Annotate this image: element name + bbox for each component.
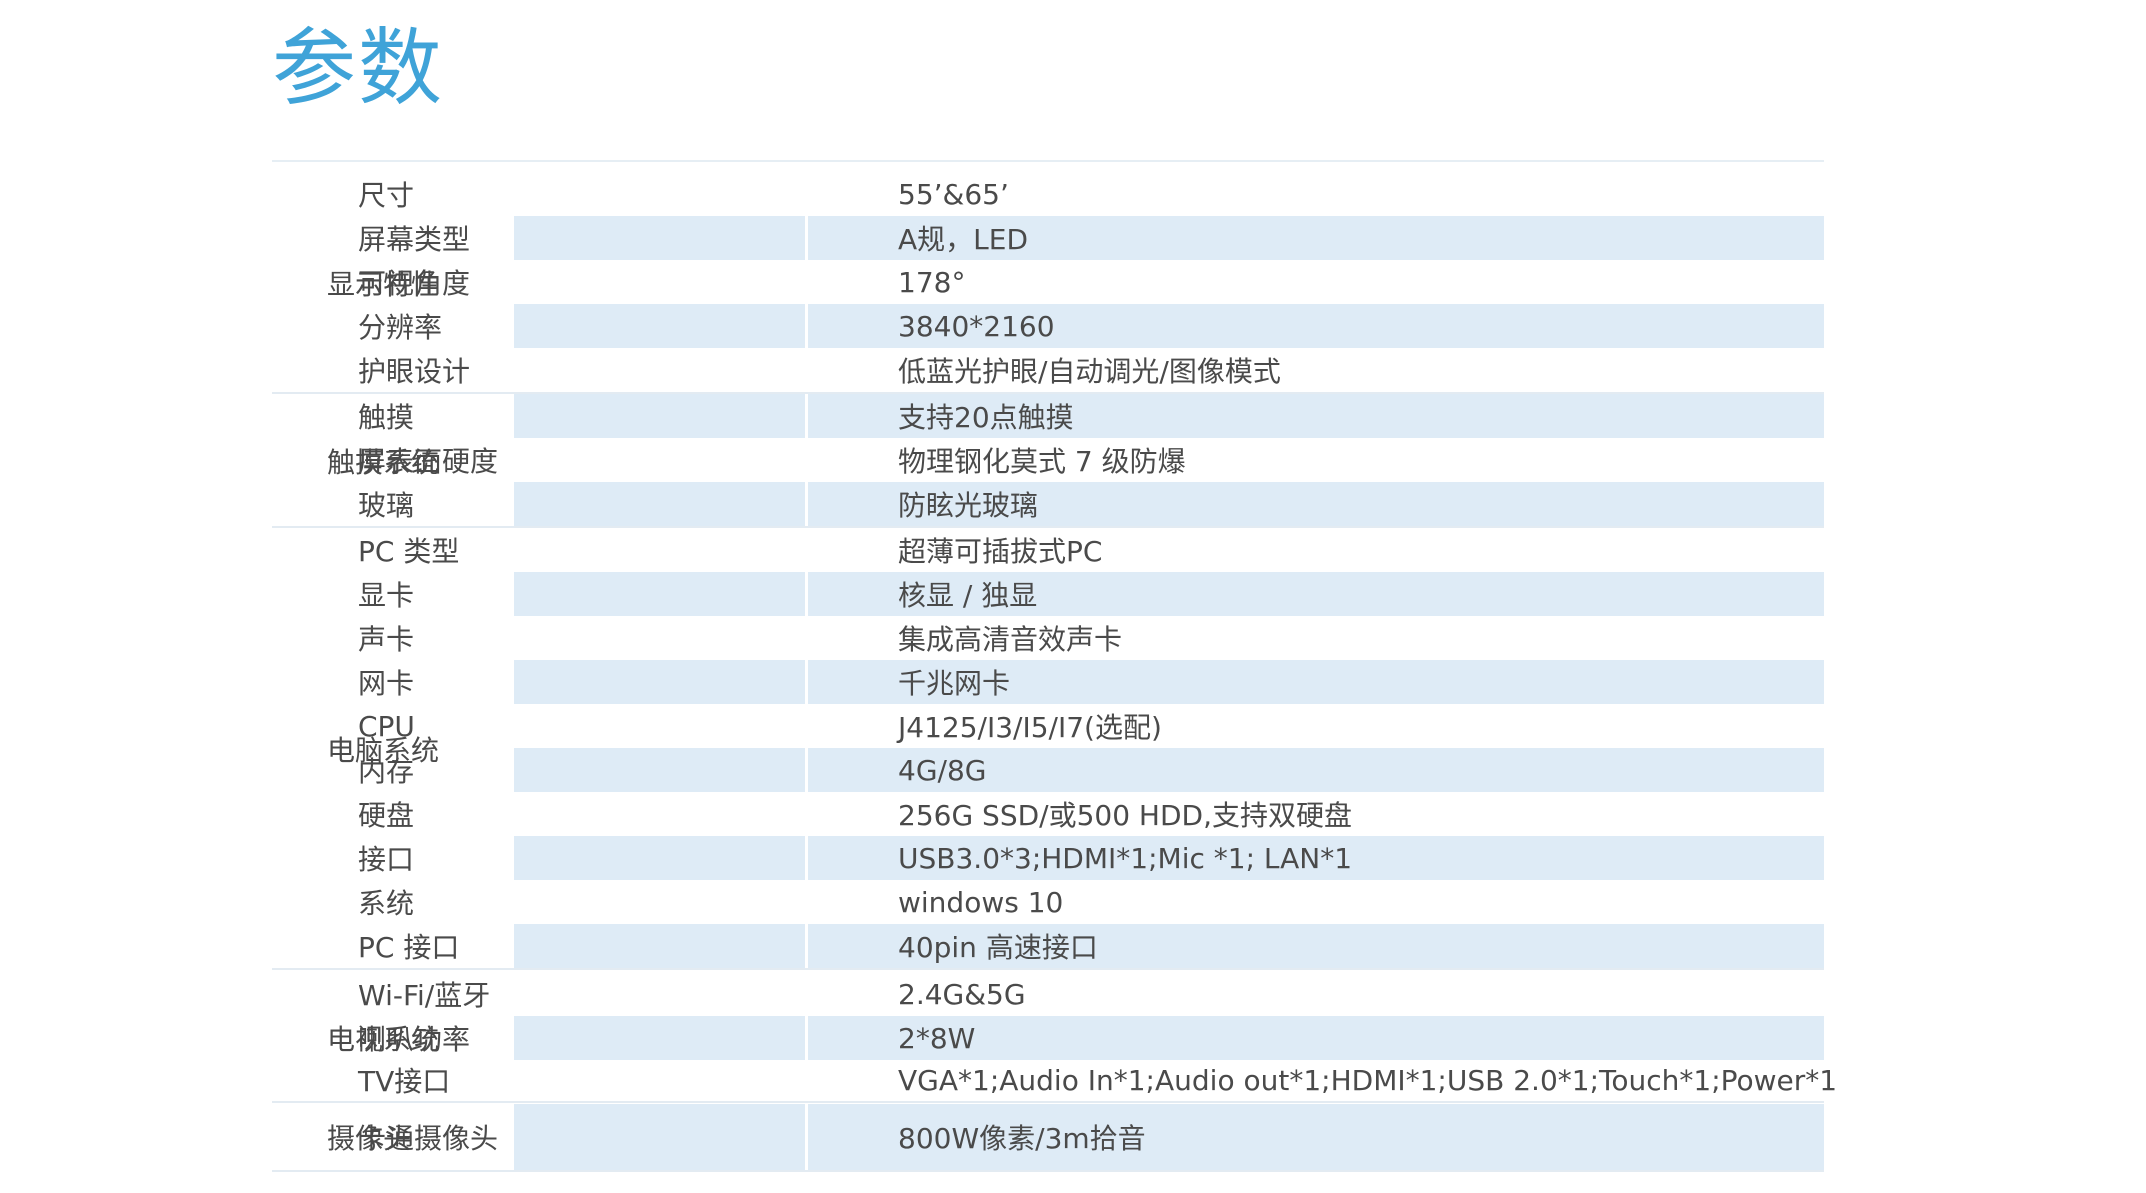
column-divider — [805, 260, 808, 304]
param-value: A规，LED — [898, 223, 1029, 256]
param-name: 玻璃 — [358, 489, 415, 522]
param-name: 系统 — [358, 887, 415, 920]
column-divider — [805, 616, 808, 660]
param-name: CPU — [358, 709, 415, 743]
param-value: 2*8W — [898, 1021, 976, 1055]
param-name: 内存 — [358, 755, 415, 788]
param-value: 千兆网卡 — [898, 667, 1011, 700]
param-value: 4G/8G — [898, 753, 987, 787]
page-title: 参数 — [272, 19, 445, 117]
column-divider — [805, 482, 808, 526]
column-divider — [805, 660, 808, 704]
param-name: 屏表面硬度 — [358, 445, 499, 478]
column-divider — [805, 528, 808, 572]
param-value: 低蓝光护眼/自动调光/图像模式 — [898, 355, 1281, 388]
table-row: 显卡 核显 / 独显 — [358, 572, 1824, 616]
column-divider — [805, 836, 808, 880]
param-name: 触摸 — [358, 401, 415, 434]
table-row: 可视角度 178° — [358, 260, 1824, 304]
group-separator — [272, 1170, 1824, 1172]
table-row: 声卡 集成高清音效声卡 — [358, 616, 1824, 660]
param-name: TV接口 — [358, 1065, 451, 1098]
column-divider — [805, 748, 808, 792]
group-separator — [272, 1101, 1824, 1103]
param-value: 支持20点触摸 — [898, 401, 1074, 434]
param-value: 超薄可插拔式PC — [898, 535, 1103, 568]
param-name: 可视角度 — [358, 267, 471, 300]
column-divider — [805, 972, 808, 1016]
column-divider — [805, 1016, 808, 1060]
param-name: 喇叭功率 — [358, 1023, 471, 1056]
param-name: PC 接口 — [358, 931, 460, 964]
param-value: VGA*1;Audio In*1;Audio out*1;HDMI*1;USB … — [898, 1063, 1838, 1097]
column-divider — [805, 348, 808, 392]
param-value: 防眩光玻璃 — [898, 489, 1039, 522]
param-name: 接口 — [358, 843, 415, 876]
table-row: 分辨率 3840*2160 — [358, 304, 1824, 348]
param-name: Wi-Fi/蓝牙 — [358, 979, 491, 1012]
param-value: J4125/I3/I5/I7(选配) — [898, 711, 1162, 744]
spec-group-display: 显示特性 尺寸 55’&65’ 屏幕类型 A规，LED 可视角度 178° 分辨… — [272, 172, 1824, 394]
param-name: 护眼设计 — [358, 355, 471, 388]
table-row: 触摸 支持20点触摸 — [358, 394, 1824, 438]
param-value: USB3.0*3;HDMI*1;Mic *1; LAN*1 — [898, 841, 1353, 875]
table-row: 护眼设计 低蓝光护眼/自动调光/图像模式 — [358, 348, 1824, 392]
param-name: 尺寸 — [358, 179, 415, 212]
column-divider — [805, 394, 808, 438]
group-separator — [272, 968, 1824, 970]
param-name: 分辨率 — [358, 311, 443, 344]
table-row: 系统 windows 10 — [358, 880, 1824, 924]
group-label: 电脑系统 — [327, 734, 440, 767]
column-divider — [805, 304, 808, 348]
param-value: windows 10 — [898, 885, 1064, 919]
param-name: 声卡 — [358, 623, 415, 656]
param-name: 显卡 — [358, 579, 415, 612]
param-name: 网卡 — [358, 667, 415, 700]
table-row: TV接口 VGA*1;Audio In*1;Audio out*1;HDMI*1… — [358, 1060, 1837, 1100]
param-value: 集成高清音效声卡 — [898, 623, 1123, 656]
table-row: CPU J4125/I3/I5/I7(选配) — [358, 704, 1824, 748]
table-row: 屏表面硬度 物理钢化莫式 7 级防爆 — [358, 438, 1824, 482]
table-row: 屏幕类型 A规，LED — [358, 216, 1824, 260]
param-value: 256G SSD/或500 HDD,支持双硬盘 — [898, 799, 1353, 832]
column-divider — [805, 924, 808, 968]
param-value: 物理钢化莫式 7 级防爆 — [898, 445, 1186, 478]
column-divider — [805, 572, 808, 616]
param-name: PC 类型 — [358, 535, 460, 568]
param-value: 核显 / 独显 — [898, 579, 1038, 612]
table-row: 内存 4G/8G — [358, 748, 1824, 792]
column-divider — [805, 438, 808, 482]
spec-group-camera: 摄像头 卡通摄像头 800W像素/3m拾音 — [272, 1104, 1824, 1172]
table-row: PC 接口 40pin 高速接口 — [358, 924, 1824, 968]
top-rule — [272, 160, 1824, 162]
param-value: 800W像素/3m拾音 — [898, 1122, 1146, 1155]
table-row: 接口 USB3.0*3;HDMI*1;Mic *1; LAN*1 — [358, 836, 1824, 880]
param-name: 卡通摄像头 — [358, 1122, 499, 1155]
param-name: 屏幕类型 — [358, 223, 471, 256]
table-row: 网卡 千兆网卡 — [358, 660, 1824, 704]
table-row: 硬盘 256G SSD/或500 HDD,支持双硬盘 — [358, 792, 1824, 836]
spec-group-touch: 触摸系统 触摸 支持20点触摸 屏表面硬度 物理钢化莫式 7 级防爆 玻璃 防眩… — [272, 394, 1824, 528]
column-divider — [805, 1104, 808, 1170]
table-row: 玻璃 防眩光玻璃 — [358, 482, 1824, 526]
table-row: 尺寸 55’&65’ — [358, 172, 1824, 216]
column-divider — [805, 216, 808, 260]
column-divider — [805, 704, 808, 748]
table-row: 喇叭功率 2*8W — [358, 1016, 1824, 1060]
table-row: PC 类型 超薄可插拔式PC — [358, 528, 1824, 572]
column-divider — [805, 792, 808, 836]
param-value: 40pin 高速接口 — [898, 931, 1098, 964]
param-value: 3840*2160 — [898, 309, 1055, 343]
table-row: 卡通摄像头 800W像素/3m拾音 — [358, 1104, 1824, 1170]
spec-group-tv: 电视系统 Wi-Fi/蓝牙 2.4G&5G 喇叭功率 2*8W TV接口 VGA… — [272, 972, 1837, 1103]
param-name: 硬盘 — [358, 799, 415, 832]
table-row: Wi-Fi/蓝牙 2.4G&5G — [358, 972, 1824, 1016]
param-value: 178° — [898, 265, 966, 299]
spec-group-pc: 电脑系统 PC 类型 超薄可插拔式PC 显卡 核显 / 独显 声卡 集成高清音效… — [272, 528, 1824, 970]
column-divider — [805, 172, 808, 216]
param-value: 55’&65’ — [898, 177, 1009, 211]
param-value: 2.4G&5G — [898, 977, 1026, 1011]
column-divider — [805, 1060, 808, 1100]
column-divider — [805, 880, 808, 924]
